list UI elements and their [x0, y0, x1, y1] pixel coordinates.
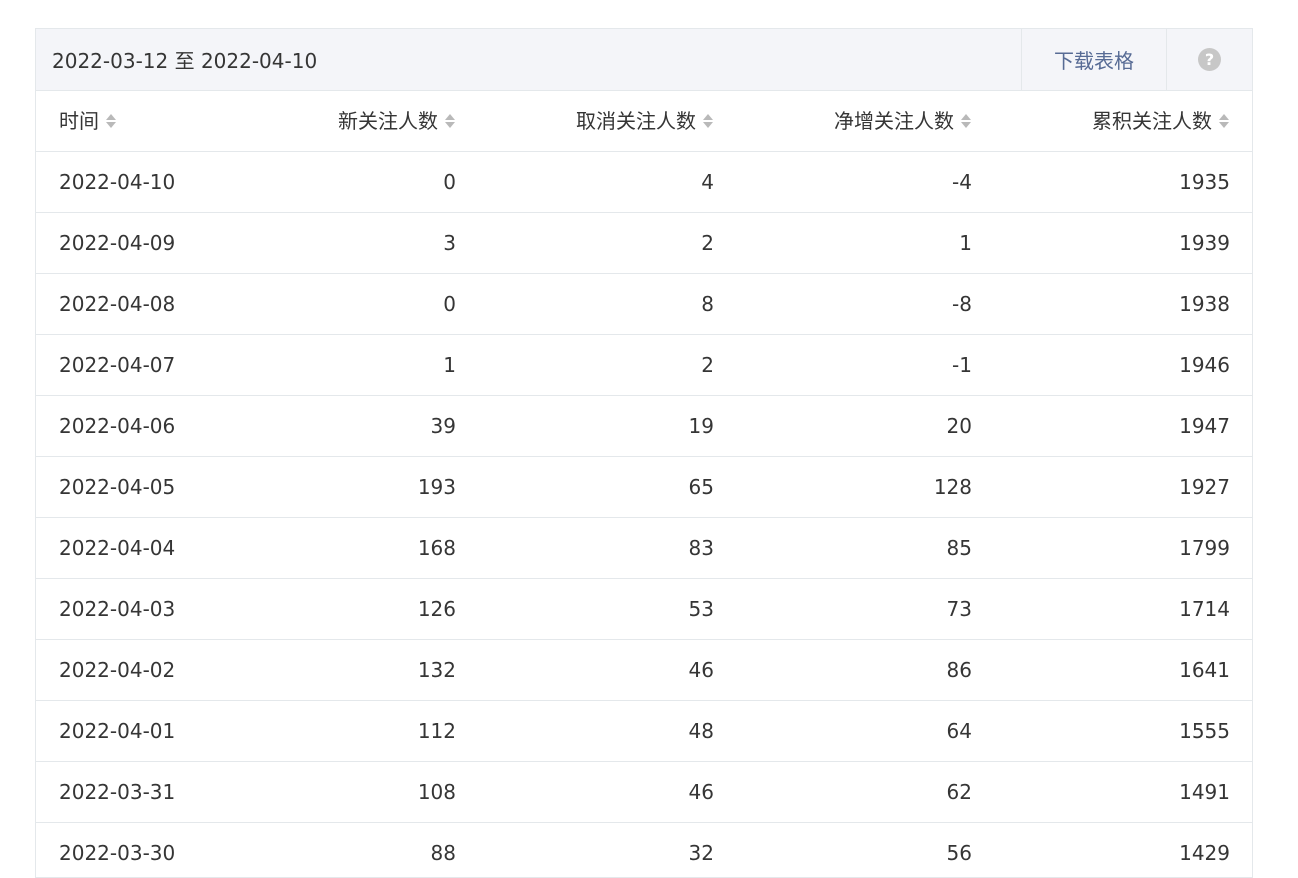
cell-new-followers: 88 [430, 841, 456, 865]
column-header-label: 时间 [59, 109, 99, 133]
table-row: 2022-04-07 1 2 -1 1946 [36, 335, 1252, 396]
cell-unfollowers: 2 [701, 353, 714, 377]
cell-net-growth: 64 [946, 719, 972, 743]
column-header-cumulative[interactable]: 累积关注人数 [1092, 91, 1230, 151]
cell-net-growth: -4 [952, 170, 972, 194]
cell-cumulative: 1799 [1179, 536, 1230, 560]
cell-net-growth: -8 [952, 292, 972, 316]
cell-date: 2022-04-03 [59, 597, 176, 621]
column-header-new-followers[interactable]: 新关注人数 [338, 91, 456, 151]
table-row: 2022-04-09 3 2 1 1939 [36, 213, 1252, 274]
cell-date: 2022-04-06 [59, 414, 176, 438]
table-row: 2022-04-03 126 53 73 1714 [36, 579, 1252, 640]
cell-new-followers: 108 [417, 780, 456, 804]
cell-date: 2022-03-30 [59, 841, 176, 865]
cell-cumulative: 1938 [1179, 292, 1230, 316]
cell-new-followers: 132 [417, 658, 456, 682]
cell-date: 2022-04-07 [59, 353, 176, 377]
cell-unfollowers: 4 [701, 170, 714, 194]
cell-date: 2022-04-09 [59, 231, 176, 255]
download-table-button[interactable]: 下载表格 [1021, 29, 1166, 90]
cell-cumulative: 1555 [1179, 719, 1230, 743]
sort-icon [105, 111, 117, 131]
cell-unfollowers: 46 [688, 780, 714, 804]
cell-date: 2022-04-02 [59, 658, 176, 682]
cell-cumulative: 1714 [1179, 597, 1230, 621]
sort-icon [960, 111, 972, 131]
cell-date: 2022-04-01 [59, 719, 176, 743]
column-header-label: 累积关注人数 [1092, 109, 1212, 133]
cell-net-growth: 1 [959, 231, 972, 255]
cell-net-growth: 20 [946, 414, 972, 438]
cell-new-followers: 0 [443, 170, 456, 194]
date-range-label: 2022-03-12 至 2022-04-10 [52, 49, 318, 73]
cell-unfollowers: 53 [688, 597, 714, 621]
cell-date: 2022-04-05 [59, 475, 176, 499]
cell-cumulative: 1935 [1179, 170, 1230, 194]
cell-cumulative: 1939 [1179, 231, 1230, 255]
cell-cumulative: 1429 [1179, 841, 1230, 865]
table-row: 2022-04-06 39 19 20 1947 [36, 396, 1252, 457]
cell-net-growth: 56 [946, 841, 972, 865]
cell-unfollowers: 19 [688, 414, 714, 438]
cell-new-followers: 168 [417, 536, 456, 560]
cell-net-growth: 128 [933, 475, 972, 499]
table-row: 2022-04-05 193 65 128 1927 [36, 457, 1252, 518]
sort-icon [444, 111, 456, 131]
cell-cumulative: 1641 [1179, 658, 1230, 682]
table-header-row: 时间 新关注人数 取消关注人数 净增关注人数 累积关注人数 [36, 91, 1252, 152]
cell-date: 2022-04-08 [59, 292, 176, 316]
cell-net-growth: 86 [946, 658, 972, 682]
help-icon: ? [1198, 48, 1221, 71]
sort-icon [702, 111, 714, 131]
cell-unfollowers: 83 [688, 536, 714, 560]
column-header-net-growth[interactable]: 净增关注人数 [834, 91, 972, 151]
table-row: 2022-04-10 0 4 -4 1935 [36, 152, 1252, 213]
cell-cumulative: 1491 [1179, 780, 1230, 804]
cell-new-followers: 1 [443, 353, 456, 377]
cell-new-followers: 193 [417, 475, 456, 499]
cell-net-growth: 62 [946, 780, 972, 804]
table-toolbar: 2022-03-12 至 2022-04-10 下载表格 ? [36, 29, 1252, 91]
cell-unfollowers: 8 [701, 292, 714, 316]
cell-new-followers: 0 [443, 292, 456, 316]
help-button[interactable]: ? [1166, 29, 1252, 90]
table-row: 2022-04-02 132 46 86 1641 [36, 640, 1252, 701]
cell-net-growth: -1 [952, 353, 972, 377]
column-header-label: 取消关注人数 [576, 109, 696, 133]
cell-new-followers: 39 [430, 414, 456, 438]
table-row: 2022-04-04 168 83 85 1799 [36, 518, 1252, 579]
cell-date: 2022-03-31 [59, 780, 176, 804]
cell-cumulative: 1947 [1179, 414, 1230, 438]
cell-unfollowers: 46 [688, 658, 714, 682]
cell-new-followers: 3 [443, 231, 456, 255]
cell-date: 2022-04-10 [59, 170, 176, 194]
cell-new-followers: 112 [417, 719, 456, 743]
cell-cumulative: 1927 [1179, 475, 1230, 499]
cell-new-followers: 126 [417, 597, 456, 621]
column-header-label: 新关注人数 [338, 109, 438, 133]
column-header-time[interactable]: 时间 [59, 91, 117, 151]
column-header-label: 净增关注人数 [834, 109, 954, 133]
cell-unfollowers: 2 [701, 231, 714, 255]
cell-cumulative: 1946 [1179, 353, 1230, 377]
table-row: 2022-04-08 0 8 -8 1938 [36, 274, 1252, 335]
table-row: 2022-03-30 88 32 56 1429 [36, 823, 1252, 877]
table-row: 2022-03-31 108 46 62 1491 [36, 762, 1252, 823]
cell-unfollowers: 65 [688, 475, 714, 499]
sort-icon [1218, 111, 1230, 131]
cell-unfollowers: 48 [688, 719, 714, 743]
column-header-unfollowers[interactable]: 取消关注人数 [576, 91, 714, 151]
cell-unfollowers: 32 [688, 841, 714, 865]
cell-net-growth: 73 [946, 597, 972, 621]
table-row: 2022-04-01 112 48 64 1555 [36, 701, 1252, 762]
stats-table-panel: 2022-03-12 至 2022-04-10 下载表格 ? 时间 新关注人数 … [35, 28, 1253, 878]
cell-net-growth: 85 [946, 536, 972, 560]
cell-date: 2022-04-04 [59, 536, 176, 560]
